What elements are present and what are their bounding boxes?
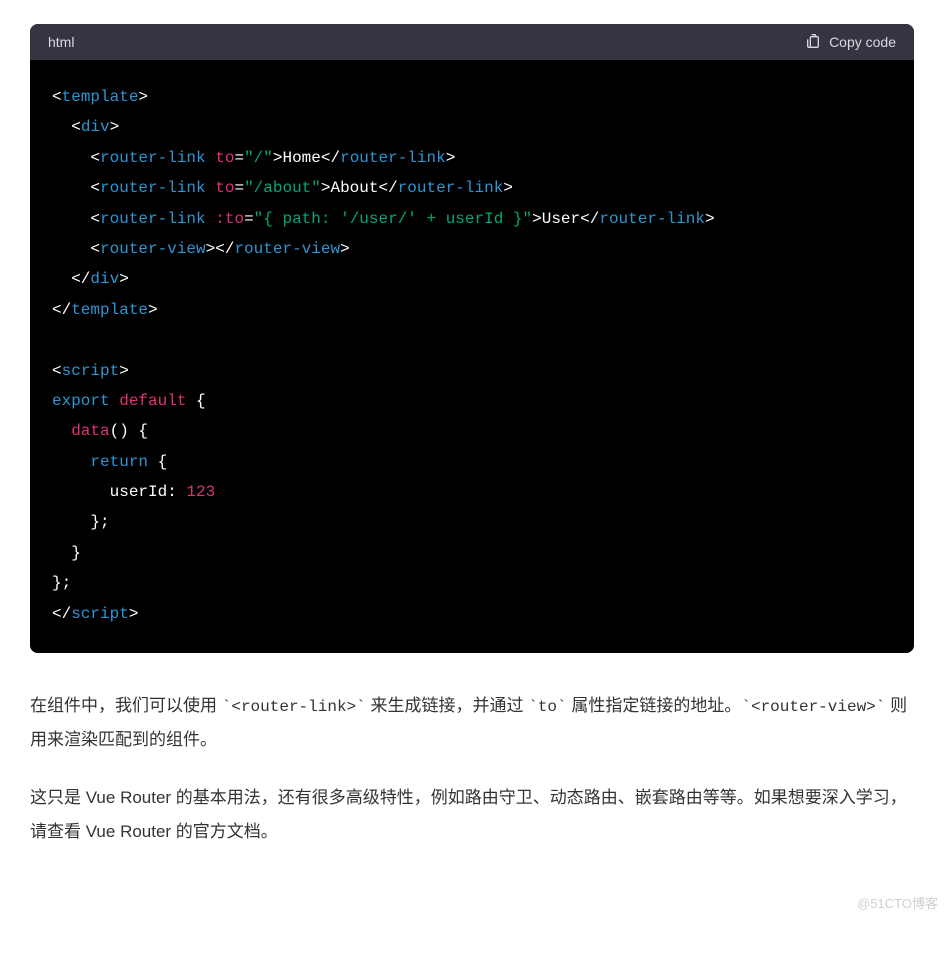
paragraph-1: 在组件中，我们可以使用 `<router-link>` 来生成链接，并通过 `t… <box>30 689 914 757</box>
prose-section: 在组件中，我们可以使用 `<router-link>` 来生成链接，并通过 `t… <box>30 689 914 849</box>
code-block: html Copy code <template> <div> <router-… <box>30 24 914 653</box>
code-content: <template> <div> <router-link to="/">Hom… <box>30 60 914 653</box>
code-language-label: html <box>48 34 74 50</box>
inline-code: `<router-link>` <box>222 698 366 716</box>
inline-code: `<router-view>` <box>741 698 885 716</box>
paragraph-2: 这只是 Vue Router 的基本用法，还有很多高级特性，例如路由守卫、动态路… <box>30 781 914 849</box>
copy-code-button[interactable]: Copy code <box>805 34 896 50</box>
watermark: @51CTO博客 <box>0 893 944 918</box>
copy-code-label: Copy code <box>829 34 896 50</box>
inline-code: `to` <box>528 698 566 716</box>
clipboard-icon <box>805 34 821 50</box>
page-container: html Copy code <template> <div> <router-… <box>0 0 944 903</box>
code-block-header: html Copy code <box>30 24 914 60</box>
